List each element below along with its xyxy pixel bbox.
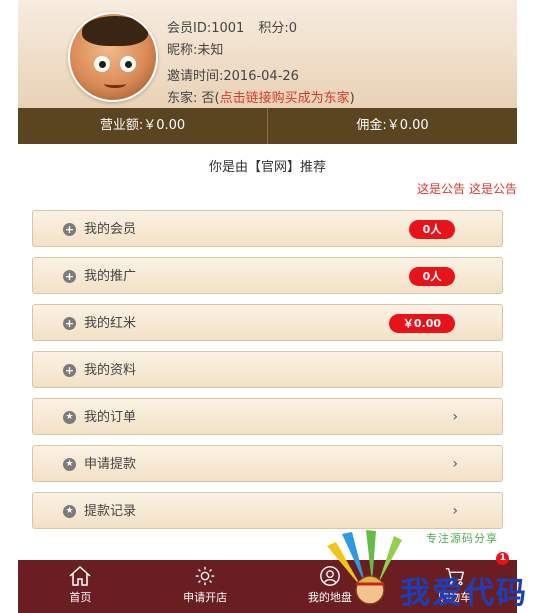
avatar[interactable]	[68, 12, 158, 102]
nav-my-territory[interactable]: 我的地盘	[268, 560, 393, 613]
app-container: 会员ID:1001 积分:0 昵称:未知 邀请时间:2016-04-26 东家: …	[18, 0, 517, 613]
nav-label: 申请开店	[183, 591, 228, 604]
cart-count-badge: 1	[496, 552, 510, 565]
menu-item-my-hongmi[interactable]: + 我的红米 ￥0.00	[32, 304, 503, 341]
profile-info: 会员ID:1001 积分:0 昵称:未知 邀请时间:2016-04-26 东家: …	[167, 18, 355, 110]
menu-item-my-orders[interactable]: ★ 我的订单 ›	[32, 398, 503, 435]
notice-marquee: 这是公告 这是公告	[417, 182, 517, 196]
nav-label: 购物车	[438, 591, 472, 604]
nav-home[interactable]: 首页	[18, 560, 143, 613]
dongjia-suffix: )	[349, 91, 355, 106]
chevron-right-icon: ›	[452, 456, 458, 472]
stats-bar: 营业额:￥0.00 佣金:￥0.00	[18, 108, 517, 144]
menu-item-my-promotion[interactable]: + 我的推广 0人	[32, 257, 503, 294]
buy-dongjia-link[interactable]: 点击链接购买成为东家	[220, 91, 350, 106]
nav-label: 我的地盘	[307, 591, 352, 604]
nav-cart[interactable]: 购物车 1	[392, 552, 517, 613]
promotion-count-badge: 0人	[409, 267, 455, 286]
menu-item-label: 我的会员	[84, 222, 137, 237]
plus-circle-icon: +	[63, 223, 76, 236]
member-id: 会员ID:1001	[167, 21, 245, 36]
dongjia-status: 否(	[201, 91, 220, 106]
menu-item-label: 我的红米	[84, 316, 137, 331]
invite-time: 邀请时间:2016-04-26	[167, 69, 299, 84]
commission-stat: 佣金:￥0.00	[356, 118, 429, 133]
menu-item-apply-withdraw[interactable]: ★ 申请提款 ›	[32, 445, 503, 482]
menu-list: + 我的会员 0人 + 我的推广 0人 + 我的红米 ￥0.00 + 我的资料 …	[32, 210, 503, 539]
chevron-right-icon: ›	[452, 503, 458, 519]
menu-item-withdraw-records[interactable]: ★ 提款记录 ›	[32, 492, 503, 529]
revenue-stat: 营业额:￥0.00	[18, 108, 268, 144]
menu-item-label: 申请提款	[84, 457, 137, 472]
chevron-right-icon: ›	[452, 409, 458, 425]
user-circle-icon	[320, 566, 340, 586]
home-icon	[69, 565, 91, 586]
menu-item-label: 我的订单	[84, 410, 137, 425]
nav-label: 首页	[69, 591, 92, 604]
nickname: 昵称:未知	[167, 43, 224, 58]
profile-header: 会员ID:1001 积分:0 昵称:未知 邀请时间:2016-04-26 东家: …	[18, 0, 517, 108]
plus-circle-icon: +	[63, 364, 76, 377]
menu-item-label: 提款记录	[84, 504, 137, 519]
star-circle-icon: ★	[63, 458, 76, 471]
hongmi-amount-badge: ￥0.00	[389, 314, 455, 333]
members-count-badge: 0人	[409, 220, 455, 239]
menu-item-my-members[interactable]: + 我的会员 0人	[32, 210, 503, 247]
menu-item-my-profile[interactable]: + 我的资料	[32, 351, 503, 388]
recommend-text: 你是由【官网】推荐	[208, 160, 326, 175]
bottom-nav: 首页 申请开店 我的地盘 购物车 1	[18, 552, 517, 613]
nav-apply-shop[interactable]: 申请开店	[143, 560, 268, 613]
points: 积分:0	[258, 21, 297, 36]
star-circle-icon: ★	[63, 411, 76, 424]
plus-circle-icon: +	[63, 270, 76, 283]
menu-item-label: 我的推广	[84, 269, 137, 284]
menu-item-label: 我的资料	[84, 363, 137, 378]
plus-circle-icon: +	[63, 317, 76, 330]
gear-icon	[195, 566, 215, 586]
dongjia-prefix: 东家:	[167, 91, 198, 106]
cart-icon	[445, 567, 464, 586]
star-circle-icon: ★	[63, 505, 76, 518]
